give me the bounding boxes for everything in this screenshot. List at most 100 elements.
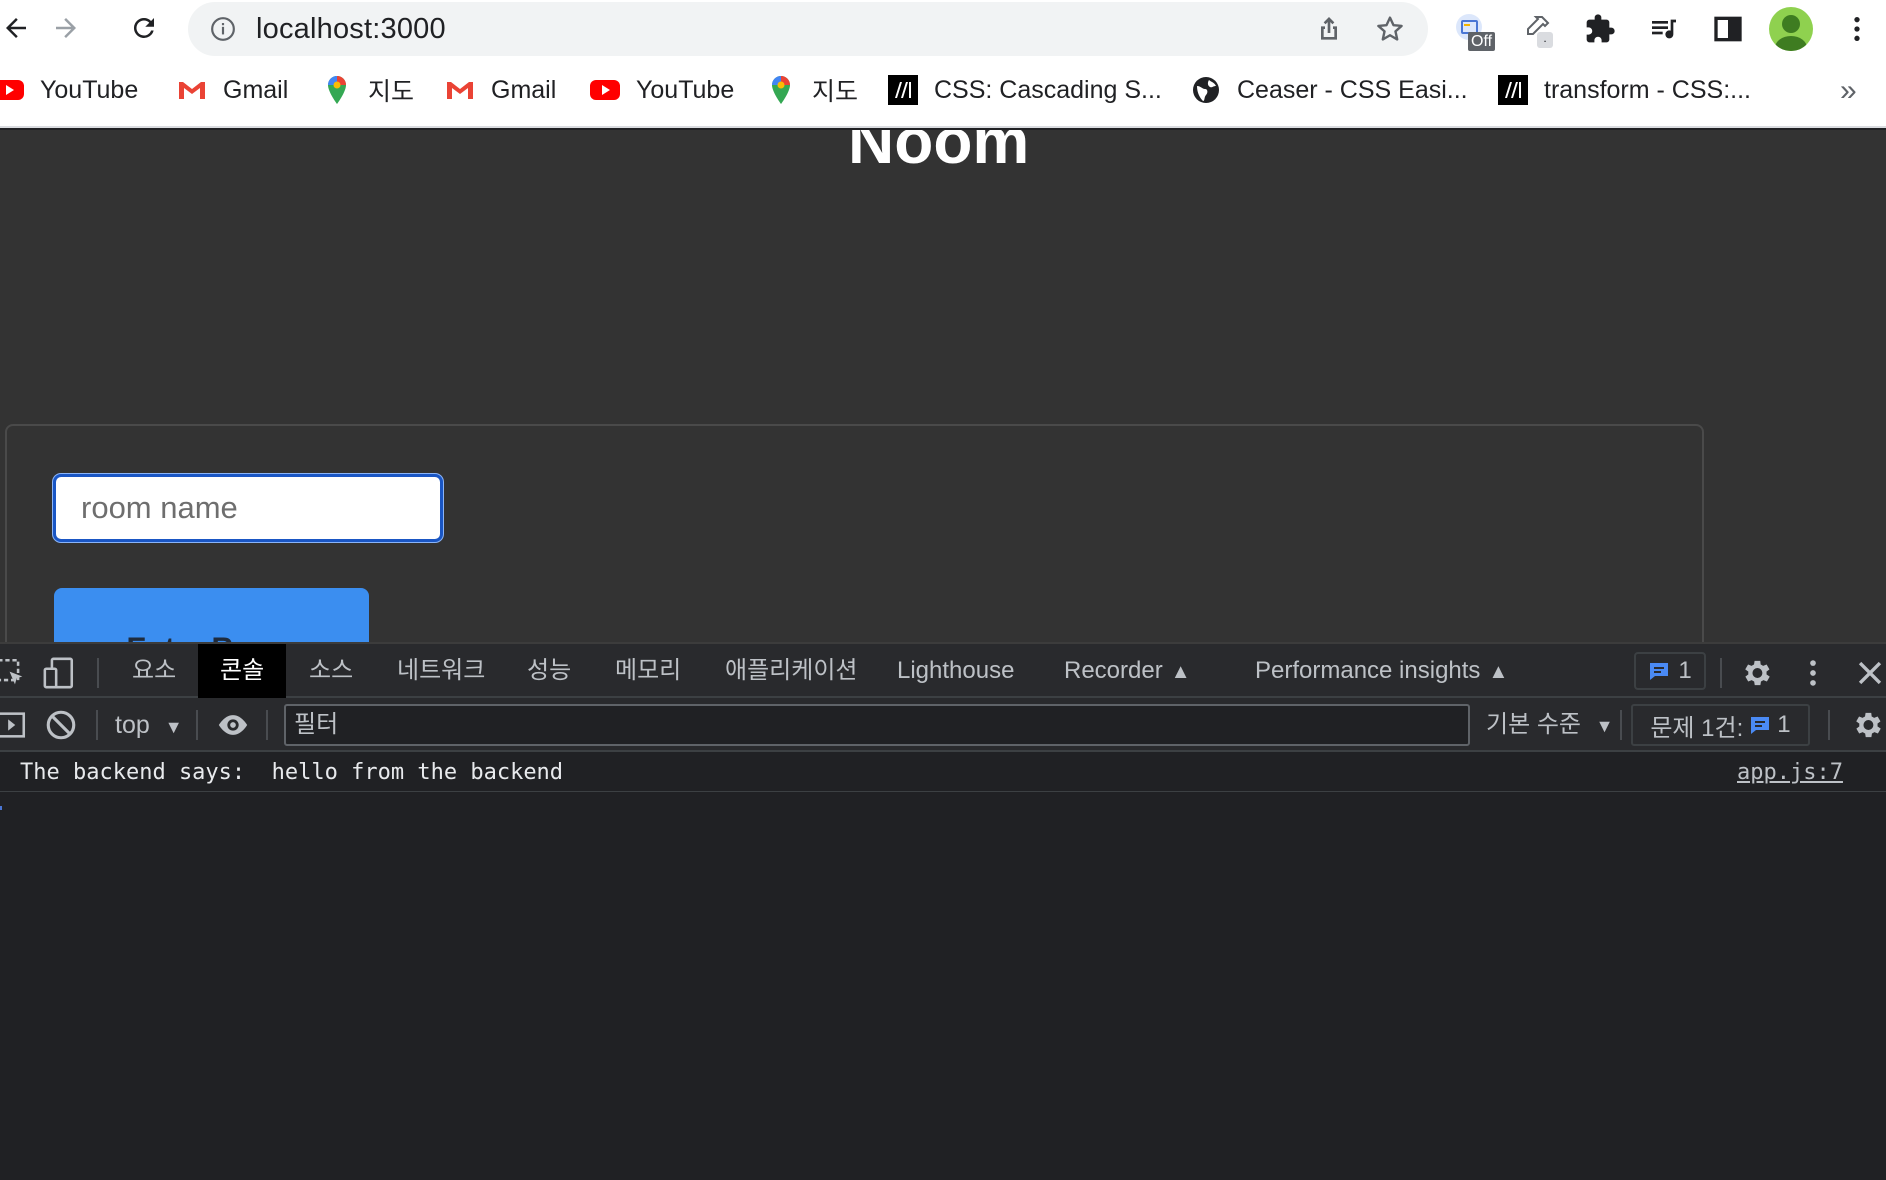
issues-label: 문제 1건: — [1650, 714, 1744, 742]
youtube-icon — [588, 75, 622, 105]
bookmarks-overflow-button[interactable]: » — [1840, 74, 1857, 108]
flask-icon: ▲ — [1488, 661, 1509, 683]
bookmark-gmail-2[interactable]: Gmail — [443, 70, 556, 110]
youtube-icon — [0, 75, 26, 105]
settings-gear-icon[interactable] — [1739, 656, 1773, 690]
back-button[interactable] — [0, 8, 36, 48]
tab-sources[interactable]: 소스 — [287, 644, 375, 698]
bookmark-label: Ceaser - CSS Easi... — [1237, 75, 1468, 104]
bookmark-transform-mdn[interactable]: transform - CSS:... — [1496, 70, 1751, 110]
tab-performance-insights[interactable]: Performance insights ▲ — [1233, 644, 1530, 698]
bookmark-label: Gmail — [491, 75, 557, 104]
issues-count: 1 — [1777, 711, 1791, 738]
close-icon[interactable] — [1853, 656, 1886, 690]
tab-application[interactable]: 애플리케이션 — [703, 644, 879, 698]
tab-label: Recorder — [1064, 657, 1163, 684]
separator — [1828, 710, 1830, 740]
devtools-tab-bar: 요소 콘솔 소스 네트워크 성능 메모리 애플리케이션 Lighthouse R… — [0, 642, 1886, 698]
message-icon — [1751, 717, 1770, 734]
eye-icon[interactable] — [216, 708, 250, 742]
more-vertical-icon — [1854, 17, 1860, 41]
tab-recorder[interactable]: Recorder ▲ — [1042, 644, 1213, 698]
flask-icon: ▲ — [1170, 661, 1191, 683]
clear-console-icon[interactable] — [44, 708, 78, 742]
bookmark-label: YouTube — [40, 75, 139, 104]
star-icon[interactable] — [1374, 13, 1406, 45]
bookmark-youtube-1[interactable]: YouTube — [0, 70, 138, 110]
console-source-link[interactable]: app.js:7 — [1737, 760, 1843, 785]
url-text: localhost:3000 — [256, 13, 446, 45]
bookmark-css-mdn[interactable]: CSS: Cascading S... — [886, 70, 1162, 110]
chrome-menu-button[interactable] — [1834, 6, 1880, 52]
bookmark-label: CSS: Cascading S... — [934, 75, 1162, 104]
separator — [96, 710, 98, 740]
puzzle-icon — [1586, 14, 1615, 43]
arrow-left-icon — [6, 18, 26, 38]
message-icon — [1650, 663, 1669, 680]
issues-counter-button[interactable]: 1 — [1634, 652, 1706, 690]
separator — [97, 658, 99, 688]
bookmark-maps-1[interactable]: 지도 — [320, 70, 414, 110]
context-value: top — [115, 711, 150, 739]
console-settings-gear-icon[interactable] — [1850, 708, 1884, 742]
tab-console[interactable]: 콘솔 — [198, 644, 287, 698]
inspect-element-icon[interactable] — [0, 656, 28, 690]
issues-button[interactable]: 문제 1건: 1 — [1631, 704, 1810, 746]
bookmark-label: transform - CSS:... — [1544, 75, 1751, 104]
gmail-icon — [175, 75, 209, 105]
dropdown-arrow-icon: ▼ — [1595, 716, 1614, 736]
extension-button-2[interactable]: . — [1513, 6, 1559, 52]
enter-room-button[interactable]: Enter Room — [54, 588, 369, 642]
page-viewport: Noom Enter Room — [0, 130, 1886, 642]
reload-icon — [133, 17, 154, 38]
bookmark-gmail-1[interactable]: Gmail — [175, 70, 288, 110]
console-filter-input[interactable] — [284, 704, 1470, 746]
share-icon[interactable] — [1313, 13, 1345, 45]
address-bar[interactable]: localhost:3000 — [188, 2, 1428, 56]
more-vertical-icon[interactable] — [1796, 656, 1830, 690]
mdn-icon — [886, 75, 920, 105]
separator — [1720, 658, 1722, 688]
dropdown-arrow-icon: ▼ — [164, 717, 183, 737]
tab-elements[interactable]: 요소 — [110, 644, 198, 698]
profile-avatar[interactable] — [1769, 7, 1813, 51]
reload-button[interactable] — [124, 8, 164, 48]
context-selector[interactable]: top ▼ — [115, 706, 183, 744]
issue-count: 1 — [1678, 657, 1692, 684]
extension-dot-badge: . — [1537, 32, 1553, 48]
extension-button-1[interactable]: Off — [1448, 6, 1496, 52]
log-levels-dropdown[interactable]: 기본 수준 ▼ — [1486, 706, 1614, 744]
bookmark-label: YouTube — [636, 75, 735, 104]
forward-button[interactable] — [46, 8, 86, 48]
console-prompt-caret[interactable] — [0, 806, 2, 810]
tab-memory[interactable]: 메모리 — [593, 644, 703, 698]
playlist-icon — [1652, 19, 1676, 39]
side-panel-icon — [1714, 16, 1742, 42]
room-name-input[interactable] — [53, 474, 443, 542]
maps-icon — [320, 75, 354, 105]
tab-label: Performance insights — [1255, 657, 1481, 684]
tab-performance[interactable]: 성능 — [505, 644, 593, 698]
extensions-button[interactable] — [1577, 6, 1623, 52]
media-control-button[interactable] — [1641, 6, 1687, 52]
log-levels-label: 기본 수준 — [1486, 711, 1581, 738]
device-toolbar-icon[interactable] — [42, 656, 76, 690]
bookmark-label: Gmail — [223, 75, 289, 104]
avatar-head — [1782, 15, 1800, 33]
tab-lighthouse[interactable]: Lighthouse — [875, 644, 1036, 698]
bookmark-youtube-2[interactable]: YouTube — [588, 70, 734, 110]
separator — [1620, 710, 1622, 740]
console-filter-bar: top ▼ 기본 수준 ▼ 문제 1건: 1 — [0, 698, 1886, 752]
side-panel-button[interactable] — [1705, 6, 1751, 52]
bookmark-maps-2[interactable]: 지도 — [764, 70, 858, 110]
arrow-right-icon — [56, 18, 76, 38]
separator — [266, 710, 268, 740]
bookmark-ceaser[interactable]: Ceaser - CSS Easi... — [1189, 70, 1468, 110]
info-icon[interactable] — [210, 16, 236, 42]
extension-off-badge: Off — [1468, 32, 1496, 51]
globe-icon — [1189, 75, 1223, 105]
tab-network[interactable]: 네트워크 — [375, 644, 507, 698]
page-title: Noom — [848, 130, 1030, 177]
console-message-text: The backend says: hello from the backend — [20, 760, 564, 785]
sidebar-toggle-icon[interactable] — [0, 708, 28, 742]
